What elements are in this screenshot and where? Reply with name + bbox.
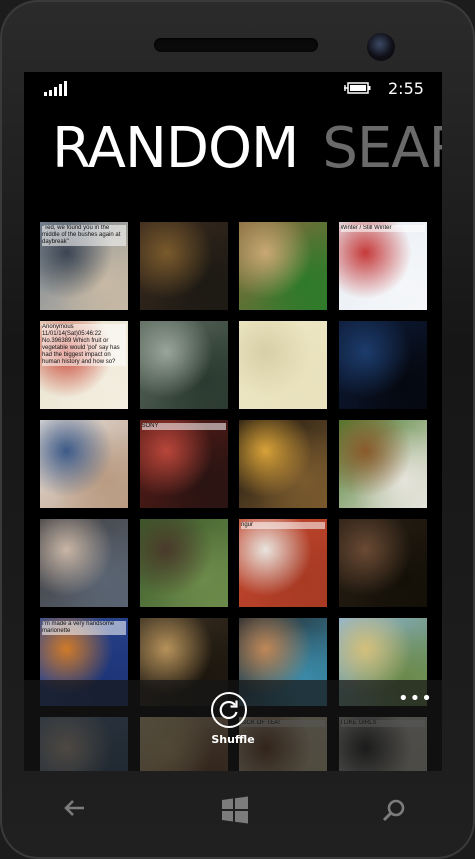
thumbnail-caption: SONY: [141, 423, 226, 430]
image-thumbnail[interactable]: SONY: [139, 420, 228, 508]
thumbnail-caption: Anonymous 11/01/14(Sat)05:46:22 No.39638…: [42, 324, 126, 366]
pivot-header: RANDOM SEAR: [52, 116, 442, 181]
thumbnail-caption: I'm made a very handsome marionette: [42, 621, 126, 635]
image-thumbnail[interactable]: [40, 420, 128, 508]
image-thumbnail[interactable]: Anonymous 11/01/14(Sat)05:46:22 No.39638…: [40, 321, 128, 409]
image-thumbnail[interactable]: Winter / Still Winter: [338, 222, 427, 310]
app-bar: Shuffle •••: [24, 680, 442, 771]
pivot-item-search[interactable]: SEAR: [322, 116, 442, 181]
screen: 2:55 RANDOM SEAR "Ted, we found you in th…: [24, 72, 442, 771]
image-thumbnail[interactable]: [239, 222, 327, 310]
thumbnail-caption: "Ted, we found you in the middle of the …: [42, 225, 126, 246]
image-thumbnail[interactable]: "Ted, we found you in the middle of the …: [40, 222, 128, 310]
signal-strength-icon: [44, 81, 70, 96]
image-thumbnail[interactable]: [338, 519, 427, 607]
image-thumbnail[interactable]: [139, 321, 228, 409]
battery-charging-icon: [344, 82, 371, 94]
more-options-button[interactable]: •••: [398, 688, 433, 709]
image-thumbnail[interactable]: [139, 222, 228, 310]
search-icon[interactable]: [381, 798, 407, 824]
image-thumbnail[interactable]: [40, 519, 128, 607]
image-thumbnail[interactable]: [239, 420, 327, 508]
back-arrow-icon[interactable]: [62, 795, 88, 821]
thumbnail-caption: ngur: [241, 522, 325, 529]
earpiece-speaker: [154, 38, 318, 52]
phone-frame: 2:55 RANDOM SEAR "Ted, we found you in th…: [0, 0, 475, 859]
refresh-icon: [219, 700, 238, 720]
pivot-item-random[interactable]: RANDOM: [52, 116, 299, 181]
front-camera: [367, 33, 395, 61]
windows-logo-icon[interactable]: [221, 796, 249, 824]
status-clock: 2:55: [388, 79, 424, 98]
image-thumbnail[interactable]: ngur: [239, 519, 327, 607]
shuffle-button[interactable]: [211, 692, 247, 728]
shuffle-label: Shuffle: [211, 733, 255, 746]
image-thumbnail[interactable]: [239, 321, 327, 409]
thumbnail-caption: Winter / Still Winter: [340, 225, 425, 232]
image-thumbnail[interactable]: [139, 519, 228, 607]
image-thumbnail[interactable]: [338, 321, 427, 409]
image-thumbnail[interactable]: [338, 420, 427, 508]
